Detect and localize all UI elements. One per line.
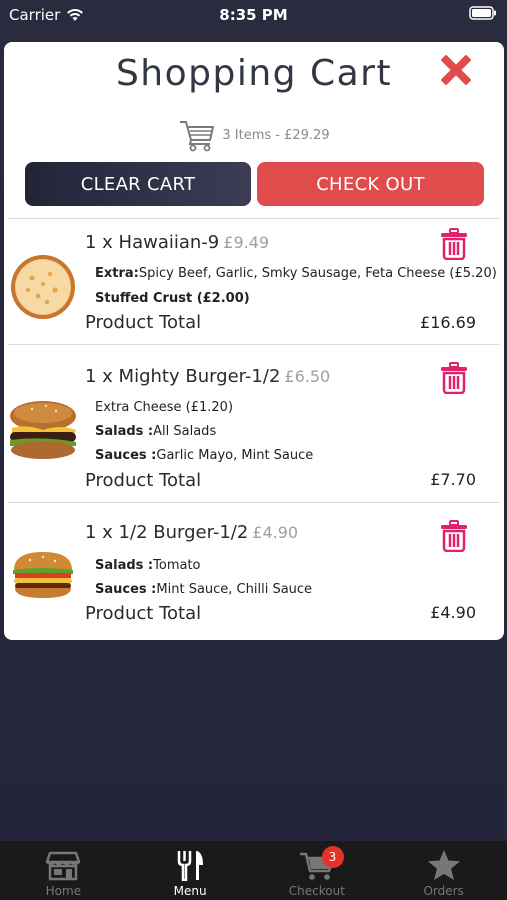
star-icon [427,850,460,880]
cart-count-badge: 3 [321,846,344,868]
product-total-label: Product Total [85,603,202,624]
line-label: Stuffed Crust (£2.00) [95,291,250,306]
item-salads-line: Salads :All Salads [95,424,216,439]
item-name-text: 1 x Hawaiian-9 [85,232,220,253]
tab-label: Orders [423,884,464,898]
cart-icon [180,121,215,152]
close-button[interactable] [436,50,476,90]
item-extra-line: Extra:Spicy Beef, Garlic, Smky Sausage, … [95,266,497,281]
tab-orders[interactable]: Orders [380,841,507,900]
burger-icon [6,400,80,466]
burger-icon [10,550,76,604]
delete-item-button[interactable] [440,520,468,553]
cutlery-icon [177,851,204,881]
delete-item-button[interactable] [440,362,468,395]
cart-item: 1 x Mighty Burger-1/2 £6.50 Extra Cheese … [4,344,504,502]
tab-label: Home [45,884,82,898]
checkout-button[interactable]: CHECK OUT [257,162,484,206]
item-extra-line: Stuffed Crust (£2.00) [95,291,250,306]
trash-icon [441,228,467,261]
trash-icon [441,520,467,553]
item-price: £4.90 [252,523,299,542]
product-total-value: £7.70 [430,470,476,489]
page-title: Shopping Cart [115,53,393,94]
clear-cart-button[interactable]: CLEAR CART [25,162,251,206]
cart-summary-text: 3 Items - £29.29 [222,127,330,143]
tab-menu[interactable]: Menu [127,841,254,900]
pizza-icon [10,254,76,324]
item-extra-line: Extra Cheese (£1.20) [95,400,233,415]
shopping-cart-modal: Shopping Cart 3 Items - £29.29 CLEAR CAR… [4,42,504,640]
tab-checkout[interactable]: 3 Checkout [254,841,381,900]
line-value: Spicy Beef, Garlic, Smky Sausage, Feta C… [138,266,497,281]
status-bar: Carrier 8:35 PM [0,0,507,28]
line-value: Extra Cheese (£1.20) [95,400,234,415]
item-name-text: 1 x 1/2 Burger-1/2 [85,522,249,543]
cart-summary: 3 Items - £29.29 [4,116,504,154]
store-icon [46,851,81,881]
item-sauces-line: Sauces :Mint Sauce, Chilli Sauce [95,582,312,597]
item-name: 1 x 1/2 Burger-1/2 £4.90 [85,522,298,543]
tab-home[interactable]: Home [0,841,127,900]
line-value: All Salads [153,424,217,439]
item-sauces-line: Sauces :Garlic Mayo, Mint Sauce [95,448,313,463]
trash-icon [441,362,467,395]
item-name: 1 x Hawaiian-9 £9.49 [85,232,269,253]
line-value: Tomato [153,558,201,573]
divider [8,344,500,345]
item-price: £9.49 [223,233,270,252]
item-name: 1 x Mighty Burger-1/2 £6.50 [85,366,330,387]
battery-icon [469,6,497,24]
cart-item: 1 x Hawaiian-9 £9.49 Extra:Spicy Beef, Ga… [4,218,504,344]
line-value: Mint Sauce, Chilli Sauce [156,582,313,597]
product-total-value: £16.69 [420,313,476,332]
line-label: Extra: [95,266,139,281]
product-total-label: Product Total [85,312,202,333]
item-salads-line: Salads :Tomato [95,558,201,573]
item-price: £6.50 [284,367,331,386]
divider [8,218,500,219]
item-name-text: 1 x Mighty Burger-1/2 [85,366,281,387]
close-icon [441,55,471,85]
line-label: Sauces : [95,582,157,597]
product-total-value: £4.90 [430,603,476,622]
clock: 8:35 PM [219,6,288,24]
tab-bar: Home Menu 3 Checkout Orders [0,841,507,900]
delete-item-button[interactable] [440,228,468,261]
cart-item: 1 x 1/2 Burger-1/2 £4.90 Salads :Tomato S… [4,502,504,640]
tab-label: Checkout [288,884,345,898]
divider [8,502,500,503]
product-total-label: Product Total [85,470,202,491]
tab-label: Menu [173,884,207,898]
line-label: Salads : [95,424,154,439]
line-label: Salads : [95,558,154,573]
line-label: Sauces : [95,448,157,463]
line-value: Garlic Mayo, Mint Sauce [156,448,314,463]
